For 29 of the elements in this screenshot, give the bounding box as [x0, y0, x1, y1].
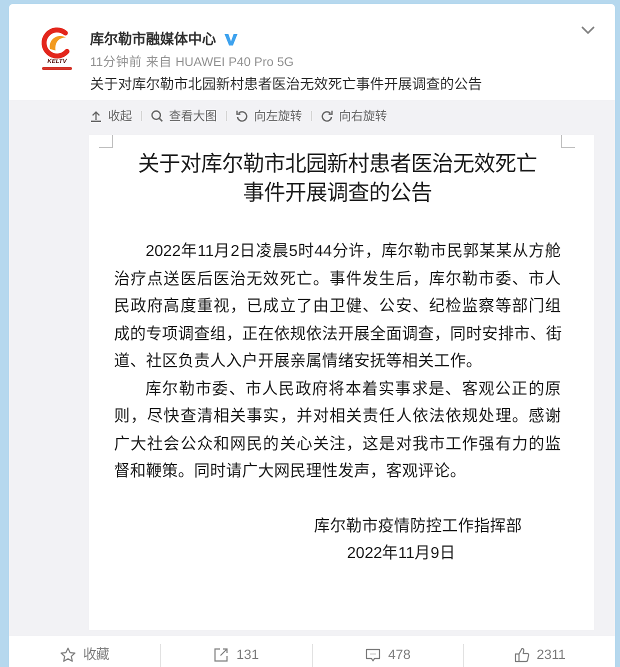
favorite-button[interactable]: 收藏 [60, 643, 109, 667]
chevron-down-icon[interactable] [581, 26, 595, 34]
repost-button[interactable]: 131 [213, 643, 259, 667]
like-button[interactable]: 2311 [514, 643, 566, 667]
body-paragraph: 库尔勒市委、市人民政府将本着实事求是、客观公正的原 则，尽快查清相关事实，并对相关责任人依法依规处理。感谢 广大社会公众和网民的关心关注，这是对我市工作强有力的监 督和鞭策。同时请广大网民理性发声，客观评论。 [114, 379, 561, 482]
comment-button[interactable]: 478 [365, 643, 411, 667]
tagline-mark-icon [42, 67, 72, 70]
crop-mark-icon [561, 135, 575, 148]
view-large-button[interactable]: 查看大图 [151, 106, 217, 126]
post-time[interactable]: 11分钟前 [90, 53, 142, 71]
search-icon [151, 110, 163, 122]
thumbs-up-icon [514, 647, 530, 663]
rotate-left-icon [236, 110, 248, 122]
post-text: 关于对库尔勒市北园新村患者医治无效死亡事件开展调查的公告 [90, 75, 483, 94]
share-icon [213, 647, 230, 663]
body-paragraph: 2022年11月2日凌晨5时44分许，库尔勒市民郭某某从方舱 治疗点送医后医治无效死亡。事件发生后，库尔勒市委、市人 民政府高度重视，已成立了由卫健、公安、纪检监察等部门组 成的专项调查组，正在依规依法开展全面调查，同时安排市、街 道、社区负责人入户开展亲属情绪安抚等相关工作。 [114, 241, 561, 372]
collapse-button[interactable]: 收起 [90, 106, 132, 126]
arrow-up-icon [90, 110, 102, 122]
document-title: 关于对库尔勒市北园新村患者医治无效死亡事件开展调查的公告 [137, 150, 538, 206]
rotate-right-icon [321, 110, 333, 122]
comment-icon [365, 647, 382, 663]
rotate-left-button[interactable]: 向左旋转 [236, 106, 302, 126]
post-source: 来自 HUAWEI P40 Pro 5G [146, 54, 294, 71]
signature-text: 库尔勒市疫情防控工作指挥部 [314, 516, 522, 536]
rotate-right-button[interactable]: 向右旋转 [321, 106, 387, 126]
crop-mark-icon [99, 135, 113, 148]
author-name[interactable]: 库尔勒市融媒体中心 [90, 29, 216, 49]
date-text: 2022年11月9日 [347, 544, 456, 564]
star-icon [60, 647, 76, 663]
